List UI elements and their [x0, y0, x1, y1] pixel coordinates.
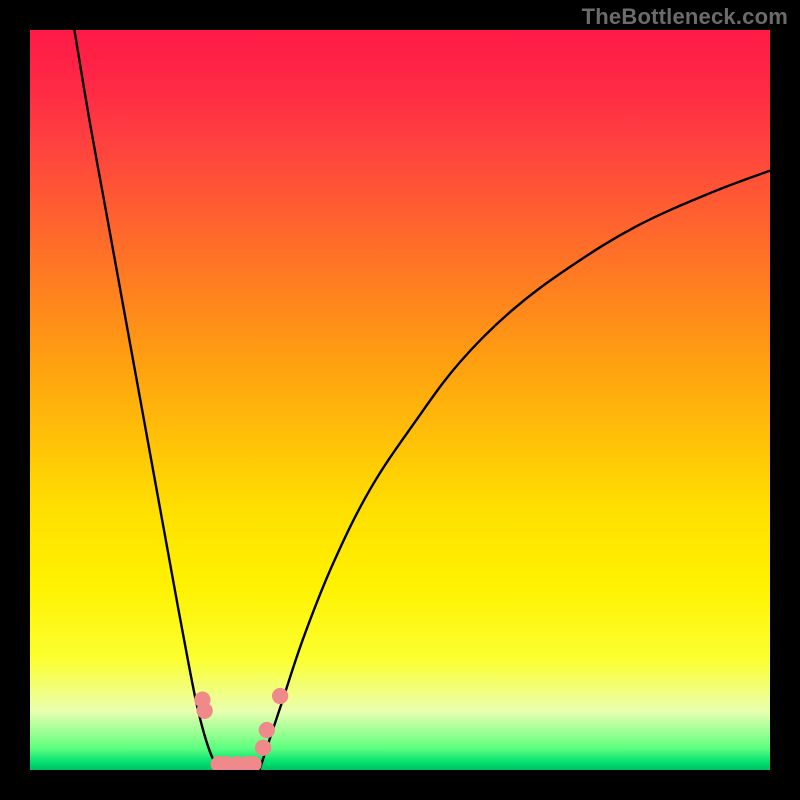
- left-branch-curve: [74, 30, 218, 770]
- right-branch-curve: [259, 171, 770, 770]
- scatter-points: [194, 688, 288, 770]
- scatter-point: [255, 740, 271, 756]
- scatter-point: [197, 703, 213, 719]
- chart-overlay: [30, 30, 770, 770]
- scatter-point: [259, 722, 275, 738]
- curve-group: [74, 30, 770, 770]
- plot-area: [30, 30, 770, 770]
- watermark-text: TheBottleneck.com: [582, 4, 788, 30]
- scatter-point: [272, 688, 288, 704]
- chart-container: TheBottleneck.com: [0, 0, 800, 800]
